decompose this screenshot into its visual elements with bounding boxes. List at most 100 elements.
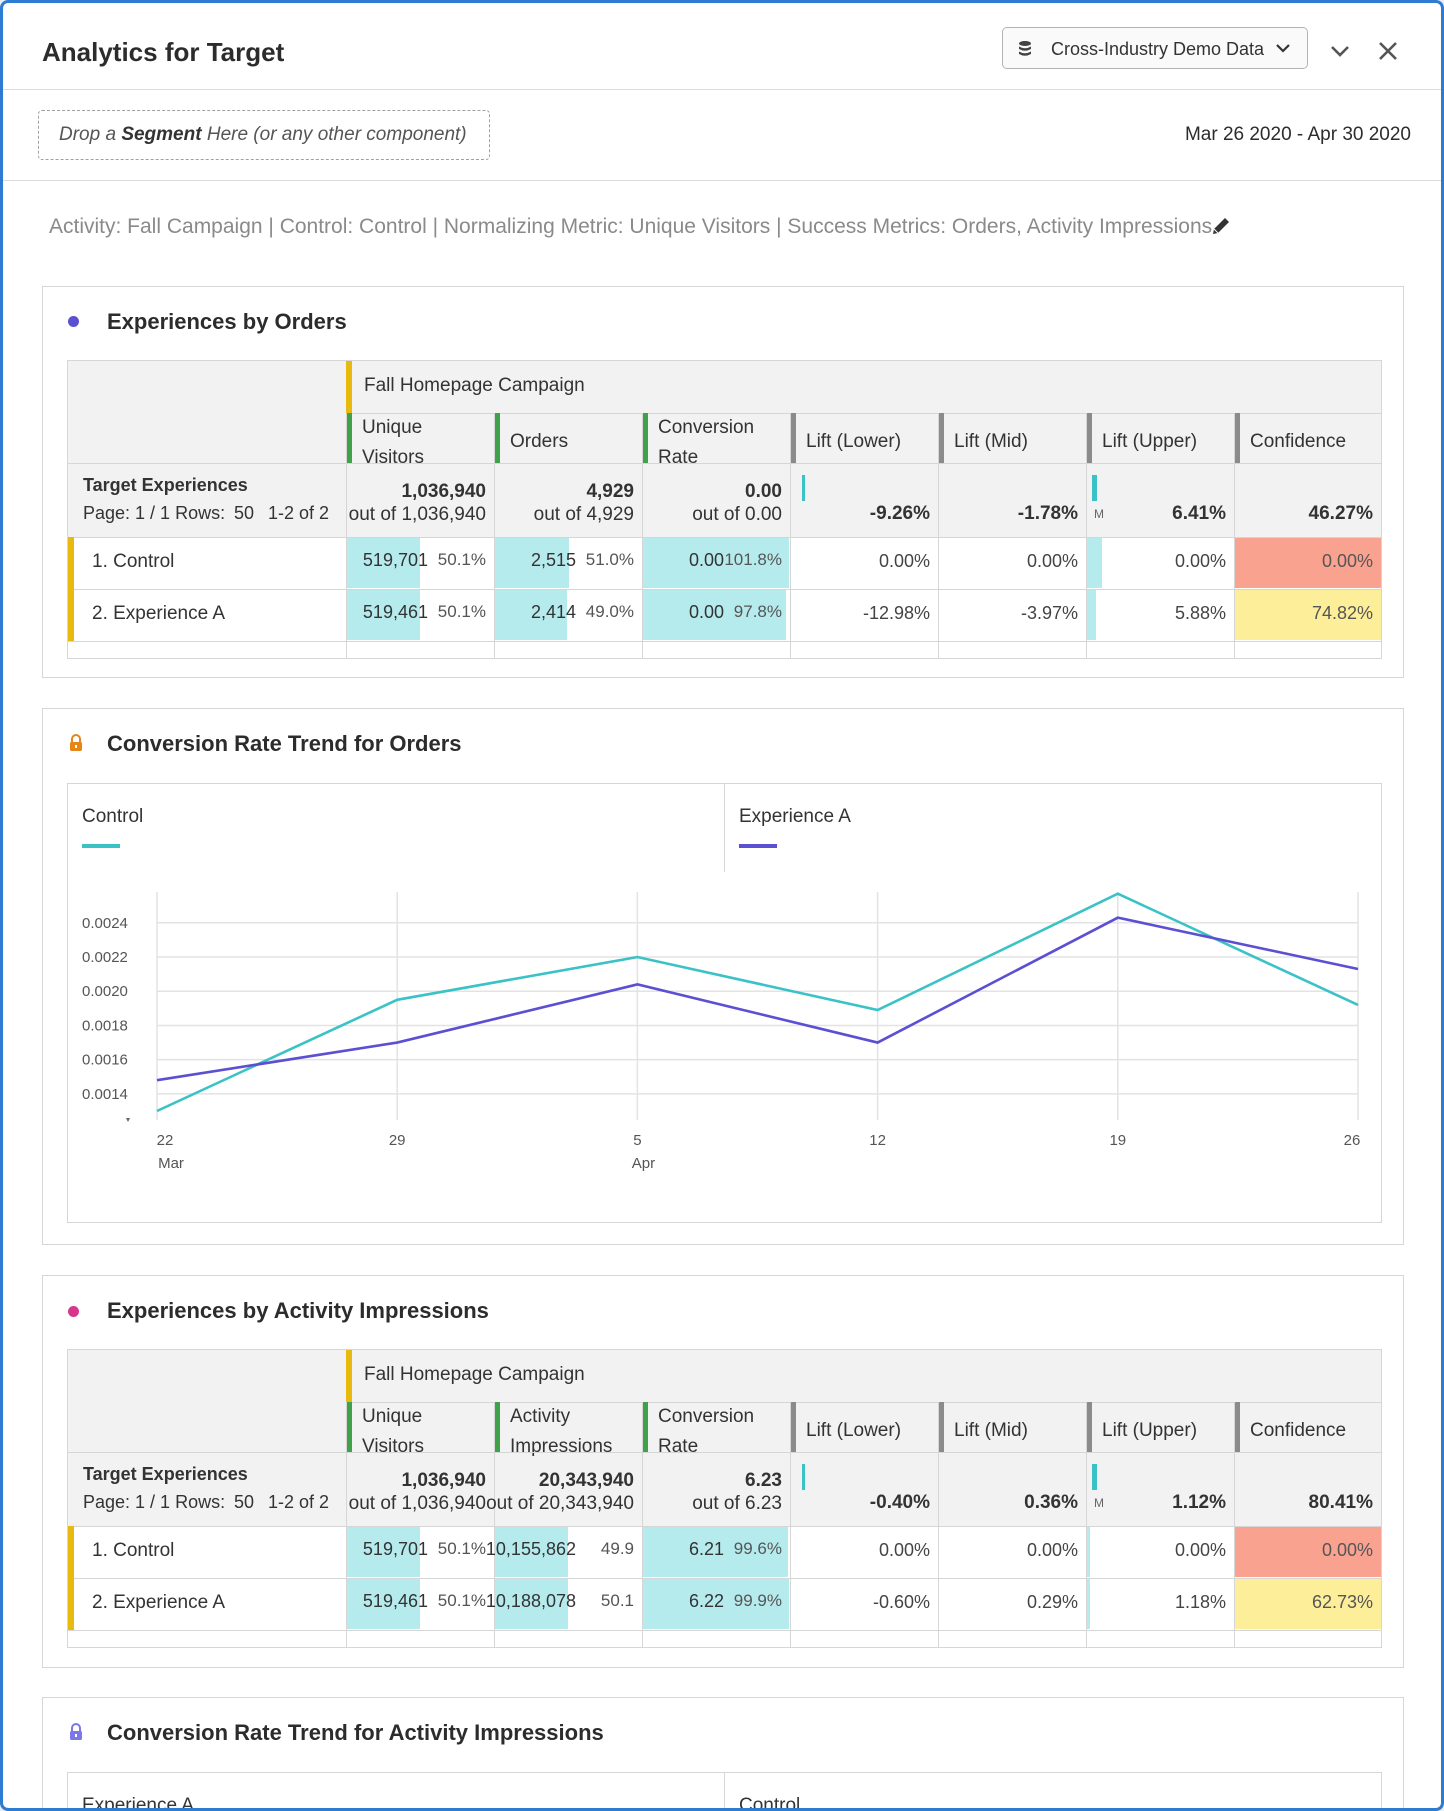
x-tick-label: 22 <box>157 1132 174 1149</box>
panel-conversion-trend-activity-impressions: Conversion Rate Trend for Activity Impre… <box>42 1697 1404 1808</box>
legend-item-experience-a[interactable]: Experience A <box>68 1773 725 1808</box>
cell-percent: 50.1% <box>437 1591 486 1610</box>
column-divider <box>346 1526 347 1647</box>
column-header[interactable]: Lift (Lower) <box>806 1420 901 1442</box>
column-header-line2[interactable]: Visitors <box>362 1436 424 1458</box>
total-lift-value: -9.26% <box>869 503 930 524</box>
row-label[interactable]: 1. Control <box>92 1540 174 1562</box>
column-header-line2[interactable]: Rate <box>658 1436 698 1458</box>
cell-percent: 101.8% <box>724 550 782 569</box>
lift-indicator <box>1092 1464 1097 1490</box>
cell-value: 0.00% <box>1174 1540 1226 1560</box>
segment-drop-zone[interactable]: Drop a Segment Here (or any other compon… <box>38 110 490 160</box>
drop-prefix: Drop a <box>59 124 122 145</box>
total-denominator: out of 1,036,940 <box>348 504 486 525</box>
mini-axis-label: M <box>1094 507 1104 521</box>
column-header-line1[interactable]: Conversion <box>658 417 754 439</box>
mini-axis-label: M <box>1094 1496 1104 1510</box>
column-header[interactable]: Lift (Upper) <box>1102 1420 1197 1442</box>
date-range[interactable]: Mar 26 2020 - Apr 30 2020 <box>1185 124 1411 146</box>
total-lift-value: -0.40% <box>869 1492 930 1513</box>
row-label[interactable]: 2. Experience A <box>92 1592 225 1614</box>
total-value: 0.00 <box>745 481 782 502</box>
cell-value: 0.00% <box>1321 551 1373 571</box>
column-header-line1[interactable]: Unique <box>362 417 422 439</box>
column-header-line1[interactable]: Activity <box>510 1406 570 1428</box>
edit-pencil-icon[interactable] <box>1210 215 1232 237</box>
column-header-line1[interactable]: Conversion <box>658 1406 754 1428</box>
row-range: 1-2 of 2 <box>268 1492 330 1512</box>
column-header[interactable]: Lift (Mid) <box>954 431 1028 453</box>
lift-indicator <box>802 1464 805 1490</box>
series-line-control <box>156 892 1359 1113</box>
panel-title: Conversion Rate Trend for Orders <box>107 731 462 756</box>
column-header-line2[interactable]: Rate <box>658 447 698 469</box>
y-tick-label: 0.0014 <box>82 1086 128 1103</box>
column-header[interactable]: Lift (Upper) <box>1102 431 1197 453</box>
total-lift-value: 80.41% <box>1308 1492 1373 1513</box>
total-lift-value: 6.41% <box>1172 503 1226 524</box>
cell-value: 2,515 <box>530 550 576 570</box>
column-header[interactable]: Orders <box>510 431 568 453</box>
cell-value: 0.00 <box>688 550 724 570</box>
cell-value: 6.21 <box>688 1539 724 1559</box>
cell-value: 1.18% <box>1174 1592 1226 1612</box>
segment-color-strip <box>346 361 352 413</box>
panel-conversion-trend-orders: Conversion Rate Trend for Orders Control… <box>42 708 1404 1245</box>
cell-value: 5.88% <box>1174 603 1226 623</box>
dimension-title: Target Experiences <box>83 475 248 495</box>
total-value: 4,929 <box>586 481 634 502</box>
rows-per-page-link[interactable]: 50 <box>234 1492 254 1513</box>
cell-percent: 99.6% <box>733 1539 782 1558</box>
cell-value: 0.00% <box>1026 551 1078 571</box>
cell-percent: 50.1% <box>437 1539 486 1558</box>
axis-caret-icon <box>126 1118 130 1122</box>
column-header[interactable]: Confidence <box>1250 1420 1346 1442</box>
column-header-line1[interactable]: Unique <box>362 1406 422 1428</box>
data-source-dropdown[interactable]: Cross-Industry Demo Data <box>1002 27 1308 69</box>
column-header[interactable]: Lift (Mid) <box>954 1420 1028 1442</box>
cell-value: 519,701 <box>362 1539 428 1559</box>
column-header[interactable]: Lift (Lower) <box>806 431 901 453</box>
cell-value: 0.00 <box>688 602 724 622</box>
x-tick-sublabel: Apr <box>632 1155 655 1172</box>
panel-title: Experiences by Orders <box>107 309 347 334</box>
y-tick-label: 0.0022 <box>82 949 128 966</box>
row-label[interactable]: 2. Experience A <box>92 603 225 625</box>
cell-value: 0.00% <box>878 551 930 571</box>
cell-percent: 99.9% <box>733 1591 782 1610</box>
column-header-line2[interactable]: Impressions <box>510 1436 612 1458</box>
row-range: 1-2 of 2 <box>268 503 330 523</box>
activity-description: Activity: Fall Campaign | Control: Contr… <box>49 215 1213 238</box>
close-icon[interactable] <box>1376 39 1400 63</box>
x-tick-label: 5 <box>633 1132 641 1149</box>
total-lift-value: 0.36% <box>1024 1492 1078 1513</box>
total-value: 20,343,940 <box>538 1470 634 1491</box>
pagination-text: Page: 1 / 1 Rows: <box>83 1492 226 1512</box>
cell-percent: 50.1% <box>437 550 486 569</box>
line-chart: Control Experience A 0.0024 0.0022 0.0020 0… <box>67 783 1382 1223</box>
legend-item-control[interactable]: Control <box>725 1773 1381 1808</box>
cell-value: 519,701 <box>362 550 428 570</box>
total-denominator: out of 0.00 <box>692 504 782 525</box>
cell-value: 2,414 <box>530 602 576 622</box>
collapse-chevron-icon[interactable] <box>1328 39 1352 63</box>
rows-per-page-link[interactable]: 50 <box>234 503 254 524</box>
total-denominator: out of 20,343,940 <box>486 1493 634 1514</box>
cell-value: 62.73% <box>1311 1592 1373 1612</box>
cell-value: 74.82% <box>1311 603 1373 623</box>
series-line-experience-a <box>156 916 1359 1082</box>
cell-percent: 49.9 <box>600 1539 634 1558</box>
cell-value: -12.98% <box>862 603 930 623</box>
value-bar <box>1087 1527 1090 1577</box>
column-header-line2[interactable]: Visitors <box>362 447 424 469</box>
row-label[interactable]: 1. Control <box>92 551 174 573</box>
cell-value: 6.22 <box>688 1591 724 1611</box>
cell-value: 519,461 <box>362 602 428 622</box>
column-header[interactable]: Confidence <box>1250 431 1346 453</box>
cell-percent: 49.0% <box>585 602 634 621</box>
lock-icon <box>70 1723 82 1740</box>
lift-indicator <box>1092 475 1097 501</box>
y-tick-label: 0.0016 <box>82 1052 128 1069</box>
x-tick-label: 19 <box>1109 1132 1126 1149</box>
